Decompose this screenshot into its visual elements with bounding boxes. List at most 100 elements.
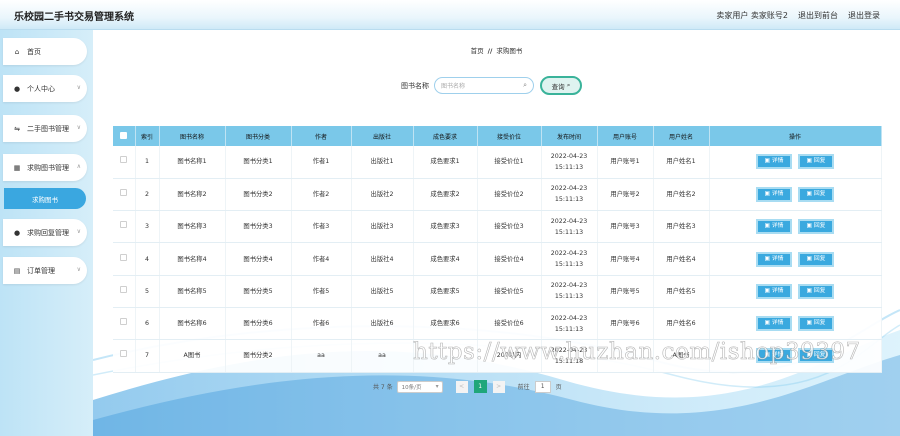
search-icon: ⌕	[523, 81, 527, 89]
next-page-button[interactable]: >	[492, 380, 505, 393]
detail-button[interactable]: ▣ 详情	[756, 283, 792, 299]
search-input[interactable]: 图书名称 ⌕	[434, 77, 534, 94]
row-checkbox[interactable]	[113, 242, 136, 276]
cell-index: 3	[135, 210, 160, 244]
sidebar-item-used-books[interactable]: ⇋ 二手图书管理 ∨	[3, 115, 87, 142]
prev-page-button[interactable]: <	[455, 380, 468, 393]
sidebar-item-reply-manage[interactable]: ● 求购回复管理 ∨	[3, 219, 87, 246]
user-name: 卖家账号2	[750, 11, 788, 20]
sidebar-item-label: 求购图书管理	[27, 163, 69, 172]
cell-author: 作者6	[291, 307, 352, 341]
reply-button[interactable]: ▣ 回复	[798, 154, 834, 170]
cell-name: 图书名称4	[159, 242, 226, 276]
reply-button[interactable]: ▣ 回复	[798, 283, 834, 299]
detail-button[interactable]: ▣ 详情	[756, 219, 792, 235]
cell-username: 用户姓名6	[653, 307, 710, 341]
cell-author: 作者4	[291, 242, 352, 276]
sidebar-item-label: 求购回复管理	[27, 228, 69, 237]
chevron-down-icon: ∨	[76, 228, 81, 235]
reply-button[interactable]: ▣ 回复	[798, 219, 834, 235]
detail-button[interactable]: ▣ 详情	[756, 251, 792, 267]
row-checkbox[interactable]	[113, 307, 136, 341]
row-checkbox[interactable]	[113, 339, 136, 373]
cell-index: 6	[135, 307, 160, 341]
cell-actions: ▣ 详情 ▣ 回复	[709, 178, 882, 212]
reply-button-label: 回复	[813, 158, 826, 165]
sidebar-item-home[interactable]: ⌂ 首页	[3, 38, 87, 65]
cell-name: 图书名称5	[159, 275, 226, 308]
cell-name: A图书	[159, 339, 226, 373]
cell-account: 用户账号3	[597, 210, 654, 244]
detail-button[interactable]: ▣ 详情	[756, 154, 792, 170]
cell-category: 图书分类1	[225, 146, 292, 179]
search-icon: ⌕	[566, 81, 571, 89]
page-size-select[interactable]: 10条/页	[396, 380, 443, 393]
search-button[interactable]: 查询 ⌕	[540, 76, 582, 95]
cell-price: 接受价位6	[477, 307, 542, 341]
cell-index: 4	[135, 242, 160, 276]
cell-name: 图书名称3	[159, 210, 226, 244]
cell-actions: ▣ 详情 ▣ 回复	[709, 242, 882, 276]
table-row: 6 图书名称6 图书分类6 作者6 出版社6 成色要求6 接受价位6 2022-04-23 1…	[113, 307, 882, 341]
back-to-front-link[interactable]: 退出到前台	[798, 10, 838, 21]
reply-button-label: 回复	[813, 255, 826, 262]
detail-button-label: 详情	[771, 320, 784, 327]
breadcrumb-home[interactable]: 首页	[471, 47, 484, 55]
cell-category: 图书分类5	[225, 275, 292, 308]
chevron-down-icon: ∧	[76, 163, 81, 170]
current-page-button[interactable]: 1	[473, 380, 487, 393]
cell-category: 图书分类4	[225, 242, 292, 276]
cell-index: 1	[135, 146, 160, 179]
cell-username: 用户姓名1	[653, 146, 710, 179]
cell-name: 图书名称2	[159, 178, 226, 212]
col-header-publisher: 出版社	[351, 126, 414, 146]
home-icon: ⌂	[14, 47, 20, 56]
chevron-down-icon: ∨	[76, 266, 81, 273]
breadcrumb: 首页//求购图书	[93, 45, 900, 55]
detail-button[interactable]: ▣ 详情	[756, 186, 792, 202]
sidebar-subitem-wanted-book[interactable]: 求购图书	[4, 188, 86, 209]
cell-actions: ▣ 详情 ▣ 回复	[709, 275, 882, 308]
cell-condition: 成色要求6	[413, 307, 478, 341]
sidebar: ⌂ 首页 ● 个人中心 ∨ ⇋ 二手图书管理 ∨ ▦ 求购图书管理 ∧ 求购图书…	[0, 30, 93, 436]
row-checkbox[interactable]	[113, 275, 136, 308]
reply-button[interactable]: ▣ 回复	[798, 186, 834, 202]
reply-button-label: 回复	[813, 320, 826, 327]
sidebar-item-wanted-books[interactable]: ▦ 求购图书管理 ∧	[3, 154, 87, 181]
select-all-checkbox[interactable]	[113, 126, 136, 146]
main-content: 首页//求购图书 图书名称 图书名称 ⌕ 查询 ⌕ 索引 图书名称 图书分类 作…	[93, 30, 900, 436]
cell-price: 接受价位2	[477, 178, 542, 212]
cell-account: 用户账号5	[597, 275, 654, 308]
cell-account: 用户账号1	[597, 146, 654, 179]
goto-page-input[interactable]: 1	[534, 380, 551, 393]
col-header-actions: 操作	[709, 126, 882, 146]
col-header-price: 接受价位	[477, 126, 542, 146]
chevron-down-icon: ∨	[76, 124, 81, 131]
reply-button[interactable]: ▣ 回复	[798, 316, 834, 332]
watermark-text: https://www.huzhan.com/ishop39397	[413, 339, 861, 366]
row-checkbox[interactable]	[113, 210, 136, 244]
logout-link[interactable]: 退出登录	[848, 10, 880, 21]
cell-time: 2022-04-23 15:11:13	[541, 146, 598, 179]
search-bar: 图书名称 图书名称 ⌕ 查询 ⌕	[401, 76, 582, 95]
cell-publisher: 出版社3	[351, 210, 414, 244]
detail-button[interactable]: ▣ 详情	[756, 316, 792, 332]
row-checkbox[interactable]	[113, 178, 136, 212]
user-role: 卖家用户	[716, 11, 749, 20]
data-table-wrapper: 索引 图书名称 图书分类 作者 出版社 成色要求 接受价位 发布时间 用户账号 …	[113, 126, 882, 373]
page-unit: 页	[555, 384, 562, 391]
cell-author: 作者1	[291, 146, 352, 179]
cell-account: 用户账号2	[597, 178, 654, 212]
cell-category: 图书分类6	[225, 307, 292, 341]
cell-author: 作者2	[291, 178, 352, 212]
cell-name: 图书名称1	[159, 146, 226, 179]
data-table: 索引 图书名称 图书分类 作者 出版社 成色要求 接受价位 发布时间 用户账号 …	[113, 126, 882, 373]
row-checkbox[interactable]	[113, 146, 136, 179]
cell-author: aa	[291, 339, 352, 373]
sidebar-item-profile[interactable]: ● 个人中心 ∨	[3, 75, 87, 102]
pagination: 共 7 条 10条/页 < 1 > 前往 1 页	[373, 380, 562, 393]
sidebar-item-orders[interactable]: ▤ 订单管理 ∨	[3, 257, 87, 284]
reply-button[interactable]: ▣ 回复	[798, 251, 834, 267]
cell-price: 接受价位4	[477, 242, 542, 276]
cell-condition: 成色要求3	[413, 210, 478, 244]
